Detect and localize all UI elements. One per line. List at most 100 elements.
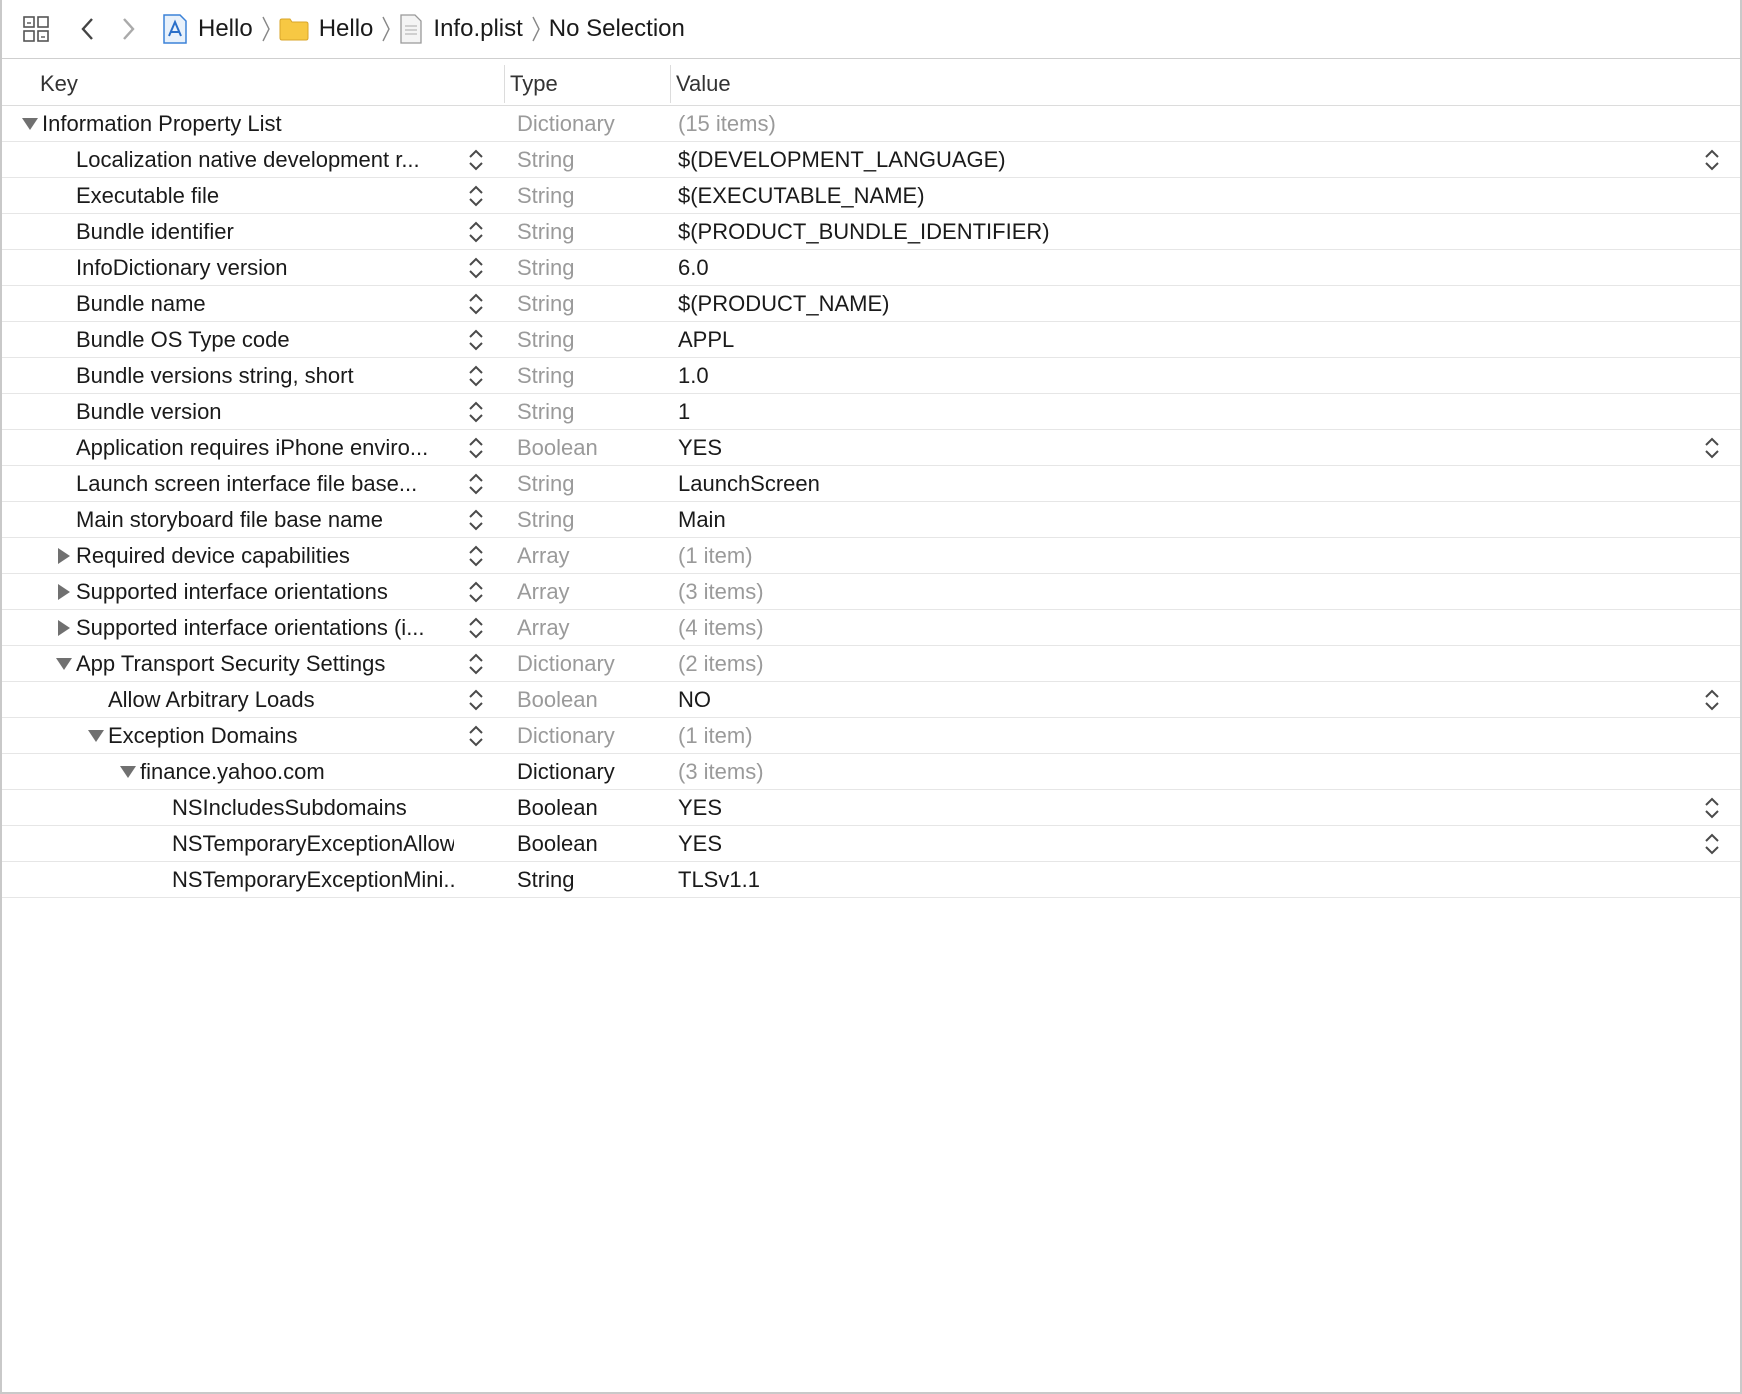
row-value[interactable]: 1.0 bbox=[678, 358, 1578, 394]
key-stepper-icon[interactable] bbox=[466, 650, 486, 678]
column-divider[interactable] bbox=[504, 65, 505, 103]
row-key[interactable]: Launch screen interface file base... bbox=[76, 466, 454, 502]
breadcrumb-file[interactable]: Info.plist bbox=[399, 9, 523, 49]
row-value[interactable]: 6.0 bbox=[678, 250, 1578, 286]
table-row[interactable]: Bundle versions string, short String 1.0 bbox=[2, 358, 1740, 394]
value-popup-stepper-icon[interactable] bbox=[1702, 830, 1722, 858]
table-row[interactable]: NSTemporaryExceptionAllow... Boolean YES bbox=[2, 826, 1740, 862]
row-value[interactable]: (3 items) bbox=[678, 574, 1578, 610]
key-stepper-icon[interactable] bbox=[466, 578, 486, 606]
row-type[interactable]: Dictionary bbox=[517, 754, 667, 790]
key-stepper-icon[interactable] bbox=[466, 290, 486, 318]
row-type[interactable]: String bbox=[517, 322, 667, 358]
value-popup-stepper-icon[interactable] bbox=[1702, 434, 1722, 462]
key-stepper-icon[interactable] bbox=[466, 146, 486, 174]
value-popup-stepper-icon[interactable] bbox=[1702, 794, 1722, 822]
row-type[interactable]: Array bbox=[517, 574, 667, 610]
table-row[interactable]: Main storyboard file base name String Main bbox=[2, 502, 1740, 538]
row-type[interactable]: String bbox=[517, 862, 667, 898]
key-stepper-icon[interactable] bbox=[466, 398, 486, 426]
table-row[interactable]: finance.yahoo.com Dictionary (3 items) bbox=[2, 754, 1740, 790]
table-row[interactable]: Supported interface orientations Array (3 … bbox=[2, 574, 1740, 610]
row-type[interactable]: String bbox=[517, 142, 667, 178]
value-popup-stepper-icon[interactable] bbox=[1702, 146, 1722, 174]
table-row[interactable]: Bundle name String $(PRODUCT_NAME) bbox=[2, 286, 1740, 322]
forward-chevron-icon[interactable] bbox=[108, 9, 148, 49]
row-type[interactable]: String bbox=[517, 286, 667, 322]
key-stepper-icon[interactable] bbox=[466, 506, 486, 534]
key-stepper-icon[interactable] bbox=[466, 362, 486, 390]
column-header-type[interactable]: Type bbox=[510, 61, 558, 106]
row-type[interactable]: Boolean bbox=[517, 682, 667, 718]
column-divider[interactable] bbox=[670, 65, 671, 103]
related-items-grid-icon[interactable] bbox=[18, 9, 54, 49]
row-type[interactable]: Array bbox=[517, 538, 667, 574]
row-value[interactable]: $(DEVELOPMENT_LANGUAGE) bbox=[678, 142, 1578, 178]
row-value[interactable]: LaunchScreen bbox=[678, 466, 1578, 502]
row-value[interactable]: TLSv1.1 bbox=[678, 862, 1578, 898]
row-type[interactable]: String bbox=[517, 178, 667, 214]
row-value[interactable]: $(PRODUCT_BUNDLE_IDENTIFIER) bbox=[678, 214, 1578, 250]
table-row[interactable]: Bundle identifier String $(PRODUCT_BUNDLE_… bbox=[2, 214, 1740, 250]
row-value[interactable]: (1 item) bbox=[678, 718, 1578, 754]
table-row[interactable]: Exception Domains Dictionary (1 item) bbox=[2, 718, 1740, 754]
row-type[interactable]: String bbox=[517, 358, 667, 394]
row-value[interactable]: YES bbox=[678, 826, 1578, 862]
row-type[interactable]: String bbox=[517, 250, 667, 286]
row-key[interactable]: finance.yahoo.com bbox=[140, 754, 454, 790]
table-row[interactable]: Bundle version String 1 bbox=[2, 394, 1740, 430]
row-value[interactable]: (1 item) bbox=[678, 538, 1578, 574]
table-row[interactable]: Bundle OS Type code String APPL bbox=[2, 322, 1740, 358]
table-row[interactable]: Application requires iPhone enviro... Boo… bbox=[2, 430, 1740, 466]
row-type[interactable]: Array bbox=[517, 610, 667, 646]
row-type[interactable]: String bbox=[517, 394, 667, 430]
disclosure-triangle-closed-icon[interactable] bbox=[54, 574, 74, 610]
table-row[interactable]: Launch screen interface file base... Stri… bbox=[2, 466, 1740, 502]
table-row[interactable]: NSTemporaryExceptionMini... String TLSv1.1 bbox=[2, 862, 1740, 898]
breadcrumb-group[interactable]: Hello bbox=[279, 9, 373, 49]
row-key[interactable]: Localization native development r... bbox=[76, 142, 454, 178]
row-type[interactable]: Boolean bbox=[517, 430, 667, 466]
row-key[interactable]: Application requires iPhone enviro... bbox=[76, 430, 454, 466]
row-type[interactable]: Dictionary bbox=[517, 718, 667, 754]
row-value[interactable]: (2 items) bbox=[678, 646, 1578, 682]
disclosure-triangle-closed-icon[interactable] bbox=[54, 610, 74, 646]
row-value[interactable]: Main bbox=[678, 502, 1578, 538]
disclosure-triangle-closed-icon[interactable] bbox=[54, 538, 74, 574]
row-key[interactable]: Bundle identifier bbox=[76, 214, 454, 250]
row-key[interactable]: Supported interface orientations (i... bbox=[76, 610, 454, 646]
row-key[interactable]: Executable file bbox=[76, 178, 454, 214]
row-key[interactable]: Information Property List bbox=[42, 106, 454, 142]
row-type[interactable]: Dictionary bbox=[517, 106, 667, 142]
table-row[interactable]: NSIncludesSubdomains Boolean YES bbox=[2, 790, 1740, 826]
row-type[interactable]: Boolean bbox=[517, 826, 667, 862]
row-value[interactable]: APPL bbox=[678, 322, 1578, 358]
row-value[interactable]: YES bbox=[678, 790, 1578, 826]
key-stepper-icon[interactable] bbox=[466, 470, 486, 498]
row-value[interactable]: YES bbox=[678, 430, 1578, 466]
row-type[interactable]: String bbox=[517, 502, 667, 538]
row-key[interactable]: NSIncludesSubdomains bbox=[172, 790, 454, 826]
table-row[interactable]: Executable file String $(EXECUTABLE_NAME) bbox=[2, 178, 1740, 214]
key-stepper-icon[interactable] bbox=[466, 326, 486, 354]
row-key[interactable]: Bundle OS Type code bbox=[76, 322, 454, 358]
key-stepper-icon[interactable] bbox=[466, 434, 486, 462]
row-key[interactable]: Supported interface orientations bbox=[76, 574, 454, 610]
table-row[interactable]: Information Property List Dictionary (15 i… bbox=[2, 106, 1740, 142]
table-row[interactable]: Required device capabilities Array (1 item… bbox=[2, 538, 1740, 574]
table-row[interactable]: InfoDictionary version String 6.0 bbox=[2, 250, 1740, 286]
row-value[interactable]: NO bbox=[678, 682, 1578, 718]
table-row[interactable]: App Transport Security Settings Dictionar… bbox=[2, 646, 1740, 682]
row-key[interactable]: Bundle version bbox=[76, 394, 454, 430]
breadcrumb-project[interactable]: Hello bbox=[162, 9, 253, 49]
row-key[interactable]: Bundle versions string, short bbox=[76, 358, 454, 394]
row-key[interactable]: App Transport Security Settings bbox=[76, 646, 454, 682]
column-header-value[interactable]: Value bbox=[676, 61, 731, 106]
row-value[interactable]: 1 bbox=[678, 394, 1578, 430]
row-value[interactable]: (4 items) bbox=[678, 610, 1578, 646]
disclosure-triangle-open-icon[interactable] bbox=[54, 646, 74, 682]
row-value[interactable]: (3 items) bbox=[678, 754, 1578, 790]
breadcrumb-selection[interactable]: No Selection bbox=[549, 9, 685, 49]
row-key[interactable]: Exception Domains bbox=[108, 718, 454, 754]
row-value[interactable]: $(PRODUCT_NAME) bbox=[678, 286, 1578, 322]
